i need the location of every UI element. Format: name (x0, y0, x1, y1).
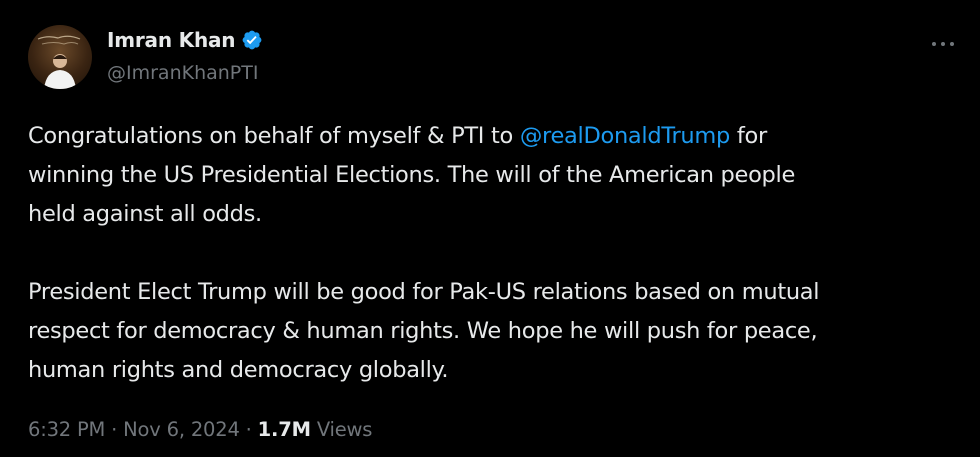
tweet-date[interactable]: Nov 6, 2024 (123, 418, 240, 441)
meta-separator: · (111, 418, 118, 441)
tweet-text: Congratulations on behalf of myself & PT… (28, 117, 948, 390)
tweet-line: held against all odds. (28, 201, 262, 227)
mention-link[interactable]: @realDonaldTrump (520, 123, 730, 149)
author-display-name[interactable]: Imran Khan (107, 28, 236, 52)
tweet-metadata: 6:32 PM · Nov 6, 2024 · 1.7M Views (28, 418, 372, 441)
views-count[interactable]: 1.7M (258, 418, 311, 441)
more-options-icon[interactable] (930, 34, 956, 46)
views-label: Views (316, 418, 373, 441)
tweet-line: human rights and democracy globally. (28, 357, 449, 383)
meta-separator: · (245, 418, 252, 441)
tweet-card: Imran Khan @ImranKhanPTI Congratulations… (0, 0, 980, 457)
tweet-line: President Elect Trump will be good for P… (28, 279, 820, 305)
tweet-line: Congratulations on behalf of myself & PT… (28, 117, 948, 156)
tweet-text-segment: Congratulations on behalf of myself & PT… (28, 123, 520, 149)
tweet-line: winning the US Presidential Elections. T… (28, 162, 796, 188)
avatar[interactable] (28, 25, 92, 89)
tweet-text-segment: for (730, 123, 767, 149)
author-handle[interactable]: @ImranKhanPTI (107, 62, 258, 84)
author-name-row: Imran Khan (107, 28, 263, 52)
tweet-time[interactable]: 6:32 PM (28, 418, 105, 441)
profile-photo-icon (37, 35, 81, 89)
verified-badge-icon[interactable] (241, 29, 263, 51)
tweet-line: respect for democracy & human rights. We… (28, 318, 818, 344)
